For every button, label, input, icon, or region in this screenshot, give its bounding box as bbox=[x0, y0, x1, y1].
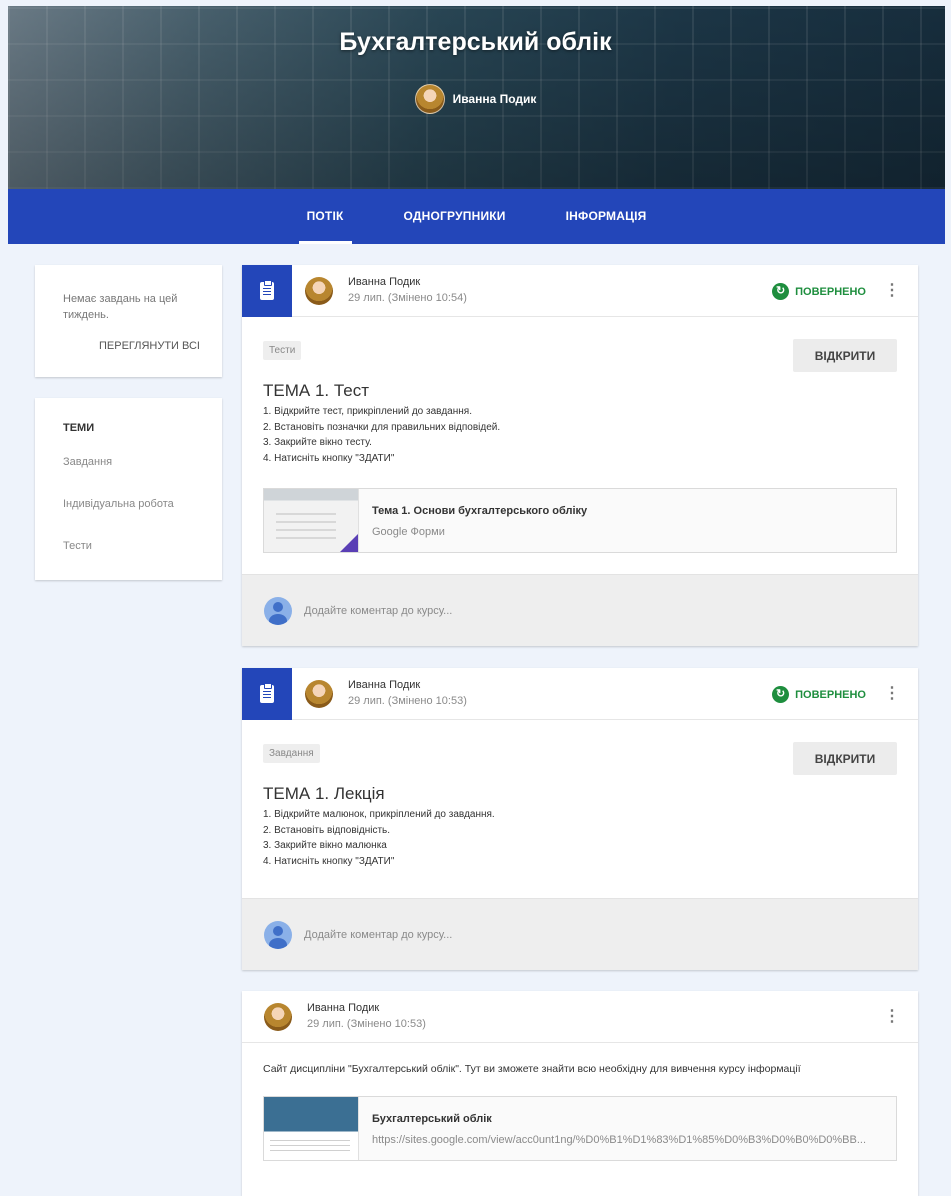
instruction-step: 3. Закрийте вікно тесту. bbox=[263, 437, 372, 448]
author-avatar bbox=[305, 277, 333, 305]
status-badge: ↻ ПОВЕРНЕНО bbox=[772, 283, 866, 300]
comment-row[interactable]: Додайте коментар до курсу... bbox=[242, 574, 918, 646]
post-body: Сайт дисципліни "Бухгалтерський облік". … bbox=[242, 1043, 918, 1193]
attachment-url: https://sites.google.com/view/acc0unt1ng… bbox=[372, 1134, 867, 1146]
teacher-avatar bbox=[414, 84, 445, 114]
post-instructions: 1. Відкрийте малюнок, прикріплений до за… bbox=[263, 807, 495, 869]
attachment-info: Тема 1. Основи бухгалтерського обліку Go… bbox=[359, 489, 892, 552]
attachment-title: Бухгалтерський облік bbox=[372, 1113, 492, 1125]
attachment-form[interactable]: Тема 1. Основи бухгалтерського обліку Go… bbox=[263, 488, 897, 553]
post-assignment-lecture: Иванна Подик 29 лип. (Змінено 10:53) ↻ П… bbox=[242, 668, 918, 970]
topic-item-individual-work[interactable]: Індивідуальна робота bbox=[63, 498, 222, 510]
returned-icon: ↻ bbox=[772, 283, 790, 300]
attachment-title: Тема 1. Основи бухгалтерського обліку bbox=[372, 505, 588, 517]
topic-item-assignments[interactable]: Завдання bbox=[63, 456, 222, 468]
post-date: 29 лип. (Змінено 10:53) bbox=[307, 1018, 426, 1030]
open-button[interactable]: ВІДКРИТИ bbox=[793, 742, 897, 775]
post-date: 29 лип. (Змінено 10:53) bbox=[348, 695, 467, 707]
teacher-info: Иванна Подик bbox=[0, 84, 951, 114]
instruction-step: 1. Відкрийте малюнок, прикріплений до за… bbox=[263, 809, 495, 820]
author-avatar bbox=[305, 680, 333, 708]
post-title[interactable]: ТЕМА 1. Тест bbox=[263, 381, 369, 401]
attachment-site-link[interactable]: Бухгалтерський облік https://sites.googl… bbox=[263, 1096, 897, 1161]
form-thumbnail bbox=[264, 489, 359, 552]
post-body: Тести ВІДКРИТИ ТЕМА 1. Тест 1. Відкрийте… bbox=[242, 317, 918, 573]
more-options-icon[interactable]: ⋮ bbox=[884, 282, 900, 302]
teacher-name: Иванна Подик bbox=[452, 92, 537, 106]
topics-card: ТЕМИ Завдання Індивідуальна робота Тести bbox=[35, 398, 222, 580]
assignment-icon bbox=[242, 668, 292, 720]
author-avatar bbox=[264, 1003, 292, 1031]
attachment-info: Бухгалтерський облік https://sites.googl… bbox=[359, 1097, 892, 1160]
upcoming-card: Немає завдань на цей тиждень. ПЕРЕГЛЯНУТ… bbox=[35, 265, 222, 377]
topics-title: ТЕМИ bbox=[63, 422, 95, 434]
comment-row[interactable]: Додайте коментар до курсу... bbox=[242, 898, 918, 970]
open-button[interactable]: ВІДКРИТИ bbox=[793, 339, 897, 372]
site-thumbnail bbox=[264, 1097, 359, 1160]
status-label: ПОВЕРНЕНО bbox=[795, 688, 866, 701]
user-avatar-icon bbox=[264, 596, 292, 625]
instruction-step: 2. Встановіть відповідність. bbox=[263, 824, 391, 836]
post-body: Завдання ВІДКРИТИ ТЕМА 1. Лекція 1. Відк… bbox=[242, 720, 918, 898]
instruction-step: 1. Відкрийте тест, прикріплений до завда… bbox=[263, 406, 472, 417]
assignment-icon bbox=[242, 265, 292, 317]
post-header: Иванна Подик 29 лип. (Змінено 10:54) ↻ П… bbox=[242, 265, 918, 317]
more-options-icon[interactable]: ⋮ bbox=[884, 685, 900, 705]
post-title[interactable]: ТЕМА 1. Лекція bbox=[263, 784, 385, 804]
attachment-subtitle: Google Форми bbox=[372, 526, 445, 538]
instruction-step: 3. Закрийте вікно малюнка bbox=[263, 840, 387, 851]
view-all-link[interactable]: ПЕРЕГЛЯНУТИ ВСІ bbox=[99, 340, 200, 352]
comment-placeholder[interactable]: Додайте коментар до курсу... bbox=[304, 605, 452, 617]
status-badge: ↻ ПОВЕРНЕНО bbox=[772, 686, 866, 703]
upcoming-text: Немає завдань на цей тиждень. bbox=[63, 293, 178, 321]
post-instructions: 1. Відкрийте тест, прикріплений до завда… bbox=[263, 404, 500, 466]
tab-stream[interactable]: ПОТІК bbox=[298, 189, 352, 244]
instruction-step: 2. Встановіть позначки для правильних ві… bbox=[263, 421, 501, 433]
instruction-step: 4. Натисніть кнопку "ЗДАТИ" bbox=[263, 452, 395, 464]
comment-placeholder[interactable]: Додайте коментар до курсу... bbox=[304, 929, 452, 941]
course-title: Бухгалтерський облік bbox=[339, 28, 612, 56]
user-avatar-icon bbox=[264, 920, 292, 949]
tab-about[interactable]: ІНФОРМАЦІЯ bbox=[558, 189, 655, 244]
topic-chip: Завдання bbox=[263, 744, 320, 763]
instruction-step: 4. Натисніть кнопку "ЗДАТИ" bbox=[263, 855, 395, 867]
post-announcement: Иванна Подик 29 лип. (Змінено 10:53) ⋮ С… bbox=[242, 991, 918, 1196]
author-name: Иванна Подик bbox=[348, 679, 421, 691]
tab-classmates[interactable]: ОДНОГРУПНИКИ bbox=[396, 189, 514, 244]
author-name: Иванна Подик bbox=[348, 276, 421, 288]
topic-chip: Тести bbox=[263, 341, 302, 360]
post-header: Иванна Подик 29 лип. (Змінено 10:53) ⋮ bbox=[242, 991, 918, 1043]
topic-item-tests[interactable]: Тести bbox=[63, 540, 222, 552]
post-text: Сайт дисципліни "Бухгалтерський облік". … bbox=[263, 1063, 801, 1075]
returned-icon: ↻ bbox=[772, 686, 790, 703]
post-date: 29 лип. (Змінено 10:54) bbox=[348, 292, 467, 304]
author-name: Иванна Подик bbox=[307, 1002, 380, 1014]
status-label: ПОВЕРНЕНО bbox=[795, 285, 866, 298]
post-header: Иванна Подик 29 лип. (Змінено 10:53) ↻ П… bbox=[242, 668, 918, 720]
course-nav: ПОТІК ОДНОГРУПНИКИ ІНФОРМАЦІЯ bbox=[8, 189, 945, 244]
post-assignment-test: Иванна Подик 29 лип. (Змінено 10:54) ↻ П… bbox=[242, 265, 918, 646]
more-options-icon[interactable]: ⋮ bbox=[884, 1008, 900, 1028]
